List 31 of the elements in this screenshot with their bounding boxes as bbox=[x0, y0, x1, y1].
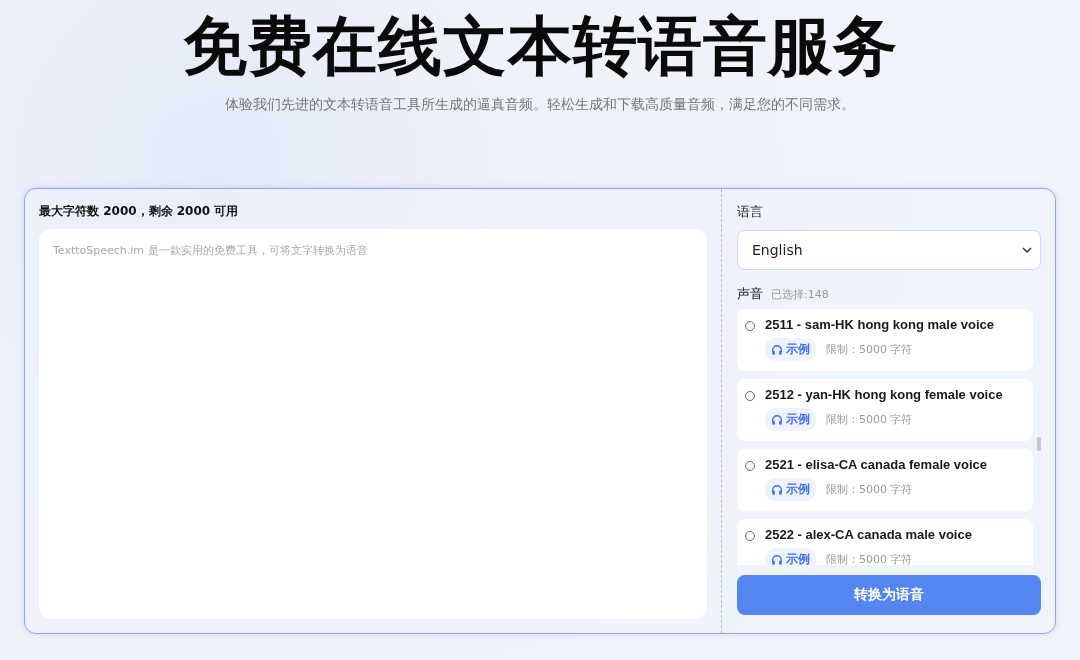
voice-name: 2521 - elisa-CA canada female voice bbox=[765, 457, 988, 472]
text-input-field[interactable]: TexttoSpeech.im 是一款实用的免费工具，可将文字转换为语音 bbox=[39, 229, 707, 619]
page-subtitle: 体验我们先进的文本转语音工具所生成的逼真音频。轻松生成和下载高质量音频，满足您的不同需求。 bbox=[225, 96, 855, 114]
chevron-down-icon bbox=[1022, 247, 1032, 253]
convert-button[interactable]: 转换为语音 bbox=[737, 575, 1041, 615]
headphones-icon bbox=[771, 343, 783, 356]
voice-label: 声音 bbox=[737, 285, 763, 303]
sample-button[interactable]: 示例 bbox=[765, 338, 816, 361]
voice-name: 2512 - yan-HK hong kong female voice bbox=[765, 387, 1003, 402]
voice-option[interactable]: 2521 - elisa-CA canada female voice 示例 限制：5000 字符 bbox=[737, 449, 1033, 511]
character-limit: 限制：5000 字符 bbox=[826, 482, 913, 497]
headphones-icon bbox=[771, 553, 783, 565]
voice-option[interactable]: 2512 - yan-HK hong kong female voice 示例 限制：5000 字符 bbox=[737, 379, 1033, 441]
voice-option[interactable]: 2511 - sam-HK hong kong male voice 示例 限制：5000 字符 bbox=[737, 309, 1033, 371]
sample-button[interactable]: 示例 bbox=[765, 548, 816, 565]
character-counter: 最大字符数 2000，剩余 2000 可用 bbox=[39, 203, 240, 220]
voice-name: 2522 - alex-CA canada male voice bbox=[765, 527, 972, 542]
character-limit: 限制：5000 字符 bbox=[826, 552, 913, 565]
language-label: 语言 bbox=[737, 203, 764, 221]
headphones-icon bbox=[771, 413, 783, 426]
headphones-icon bbox=[771, 483, 783, 496]
voice-option[interactable]: 2522 - alex-CA canada male voice 示例 限制：5000 字符 bbox=[737, 519, 1033, 565]
sample-button[interactable]: 示例 bbox=[765, 478, 816, 501]
character-limit: 限制：5000 字符 bbox=[826, 412, 913, 427]
character-limit: 限制：5000 字符 bbox=[826, 342, 913, 357]
selected-count: 已选择:148 bbox=[771, 287, 829, 302]
scrollbar-thumb[interactable] bbox=[1037, 437, 1041, 451]
sample-button[interactable]: 示例 bbox=[765, 408, 816, 431]
language-select[interactable]: English bbox=[737, 230, 1041, 270]
voice-name: 2511 - sam-HK hong kong male voice bbox=[765, 317, 995, 332]
page-title: 免费在线文本转语音服务 bbox=[182, 10, 898, 82]
